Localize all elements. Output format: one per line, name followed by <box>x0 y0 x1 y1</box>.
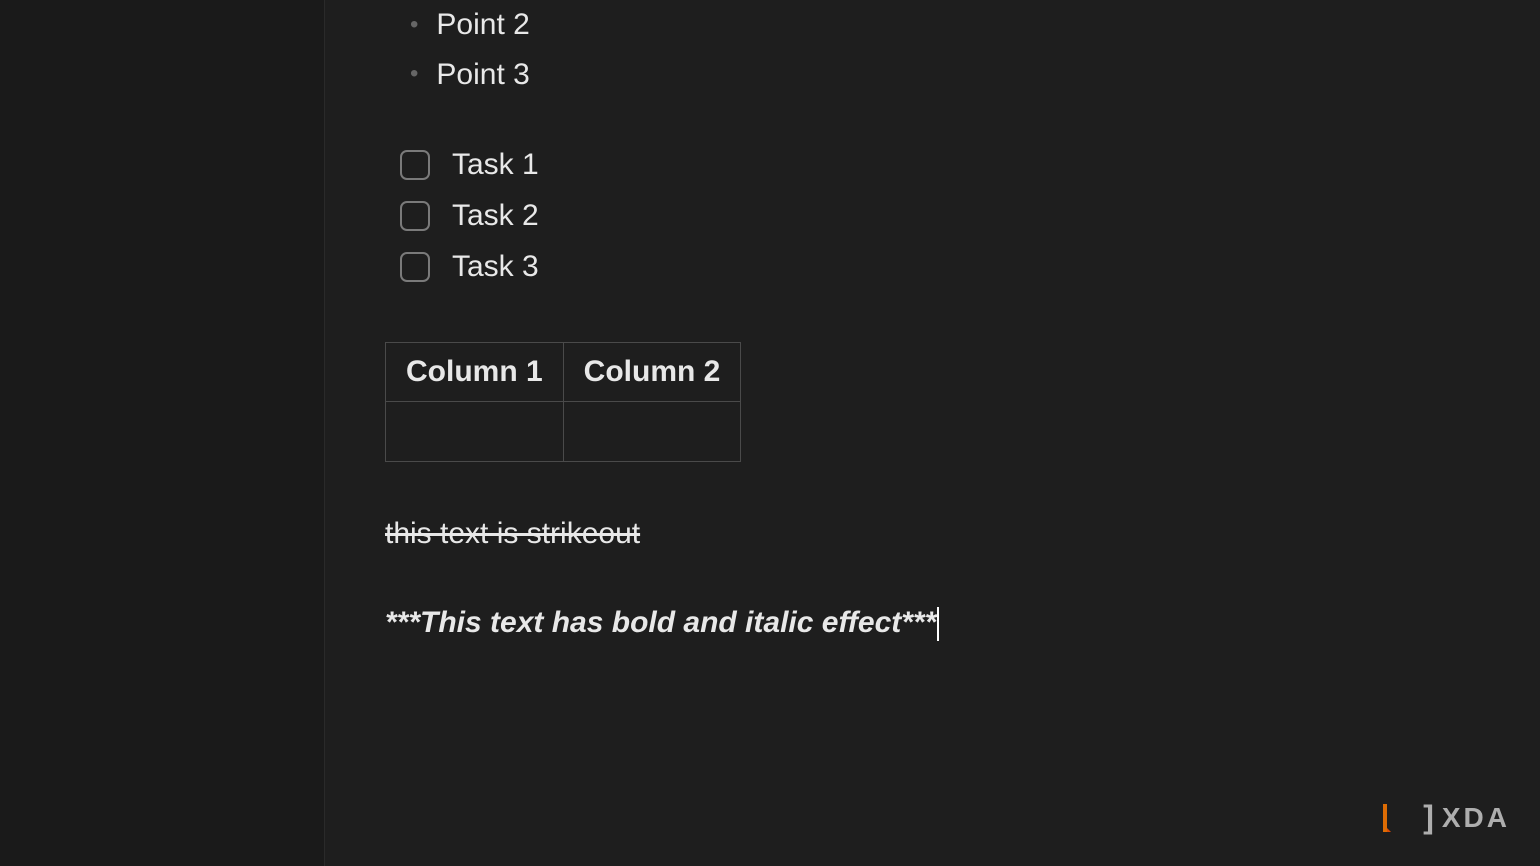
table-header-cell[interactable]: Column 2 <box>563 343 741 402</box>
sidebar-panel <box>0 0 325 866</box>
data-table[interactable]: Column 1 Column 2 <box>385 342 741 462</box>
strikethrough-paragraph[interactable]: this text is strikeout <box>385 517 1480 551</box>
bullet-marker-icon: • <box>410 54 418 94</box>
task-item[interactable]: Task 3 <box>400 241 1480 292</box>
bold-italic-paragraph[interactable]: ***This text has bold and italic effect*… <box>385 606 939 641</box>
task-item[interactable]: Task 1 <box>400 139 1480 190</box>
editor-content-area[interactable]: • Point 2 • Point 3 Task 1 Task 2 Task 3… <box>325 0 1540 866</box>
table-container: Column 1 Column 2 <box>385 342 1480 462</box>
task-list: Task 1 Task 2 Task 3 <box>385 139 1480 292</box>
bullet-text: Point 2 <box>436 0 529 50</box>
table-cell[interactable] <box>386 402 564 462</box>
bullet-marker-icon: • <box>410 5 418 45</box>
checkbox-unchecked-icon[interactable] <box>400 150 430 180</box>
strikethrough-content: this text is strikeout <box>385 517 640 550</box>
task-item[interactable]: Task 2 <box>400 190 1480 241</box>
watermark-brand-text: XDA <box>1442 802 1510 834</box>
bold-italic-content: ***This text has bold and italic effect*… <box>385 606 936 639</box>
bullet-item[interactable]: • Point 2 <box>410 0 1480 50</box>
text-cursor-icon <box>937 607 939 641</box>
table-header-row: Column 1 Column 2 <box>386 343 741 402</box>
checkbox-unchecked-icon[interactable] <box>400 201 430 231</box>
table-header-cell[interactable]: Column 1 <box>386 343 564 402</box>
task-text: Task 3 <box>452 241 539 292</box>
bullet-list: • Point 2 • Point 3 <box>385 0 1480 99</box>
checkbox-unchecked-icon[interactable] <box>400 252 430 282</box>
watermark-logo: ] XDA <box>1379 799 1510 836</box>
bullet-text: Point 3 <box>436 50 529 100</box>
table-row <box>386 402 741 462</box>
table-cell[interactable] <box>563 402 741 462</box>
bullet-item[interactable]: • Point 3 <box>410 50 1480 100</box>
task-text: Task 1 <box>452 139 539 190</box>
bracket-right-icon: ] <box>1423 799 1434 836</box>
xda-bracket-icon <box>1379 800 1415 836</box>
task-text: Task 2 <box>452 190 539 241</box>
